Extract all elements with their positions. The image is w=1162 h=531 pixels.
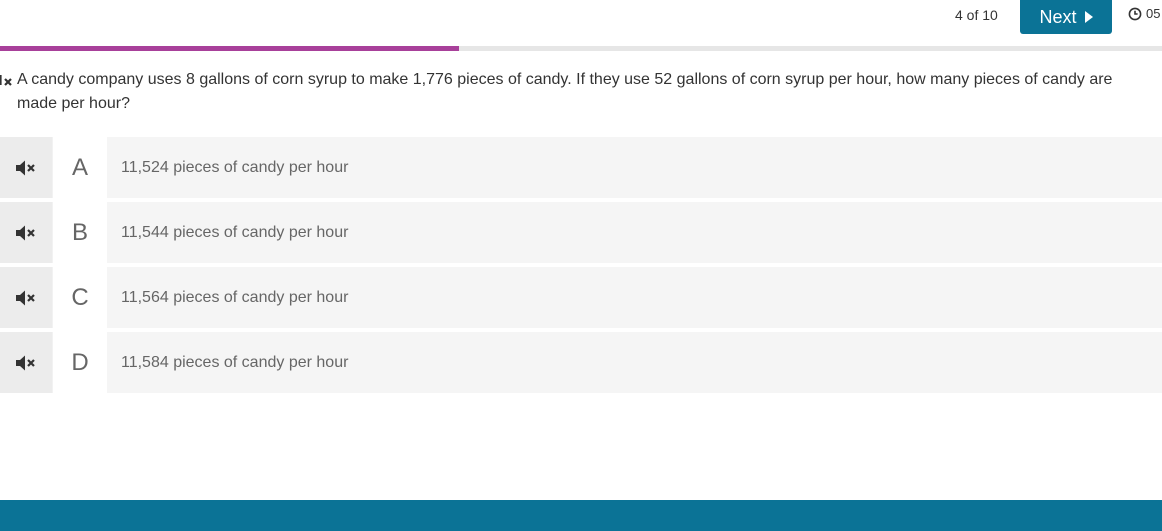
choice-d-audio-button[interactable] (0, 332, 52, 393)
choice-a[interactable]: A 11,524 pieces of candy per hour (0, 137, 1162, 198)
question-audio-button[interactable] (0, 72, 14, 88)
speaker-muted-icon (0, 75, 12, 86)
choice-a-letter: A (52, 137, 107, 198)
clock-icon (1128, 7, 1142, 20)
choice-b-letter: B (52, 202, 107, 263)
speaker-muted-icon (16, 290, 35, 305)
next-button[interactable]: Next (1020, 0, 1112, 34)
speaker-muted-icon (16, 355, 35, 370)
choice-b[interactable]: B 11,544 pieces of candy per hour (0, 202, 1162, 263)
speaker-muted-icon (16, 160, 35, 175)
choice-d-letter: D (52, 332, 107, 393)
progress-fill (0, 46, 459, 51)
choice-c-audio-button[interactable] (0, 267, 52, 328)
choice-b-text: 11,544 pieces of candy per hour (107, 202, 1162, 263)
choice-c-letter: C (52, 267, 107, 328)
timer: 05 (1128, 6, 1160, 21)
caret-right-icon (1084, 11, 1093, 23)
answer-choices: A 11,524 pieces of candy per hour B 11,5… (0, 137, 1162, 397)
choice-a-text: 11,524 pieces of candy per hour (107, 137, 1162, 198)
progress-bar (0, 46, 1162, 51)
choice-d[interactable]: D 11,584 pieces of candy per hour (0, 332, 1162, 393)
choice-d-text: 11,584 pieces of candy per hour (107, 332, 1162, 393)
choice-c-text: 11,564 pieces of candy per hour (107, 267, 1162, 328)
speaker-muted-icon (16, 225, 35, 240)
choice-a-audio-button[interactable] (0, 137, 52, 198)
question-counter: 4 of 10 (955, 7, 998, 23)
footer-bar (0, 500, 1162, 531)
choice-b-audio-button[interactable] (0, 202, 52, 263)
timer-value: 05 (1146, 6, 1161, 21)
question-text: A candy company uses 8 gallons of corn s… (17, 71, 1113, 112)
next-button-label: Next (1039, 6, 1077, 27)
choice-c[interactable]: C 11,564 pieces of candy per hour (0, 267, 1162, 328)
top-bar: 4 of 10 Next 05 (0, 0, 1162, 46)
